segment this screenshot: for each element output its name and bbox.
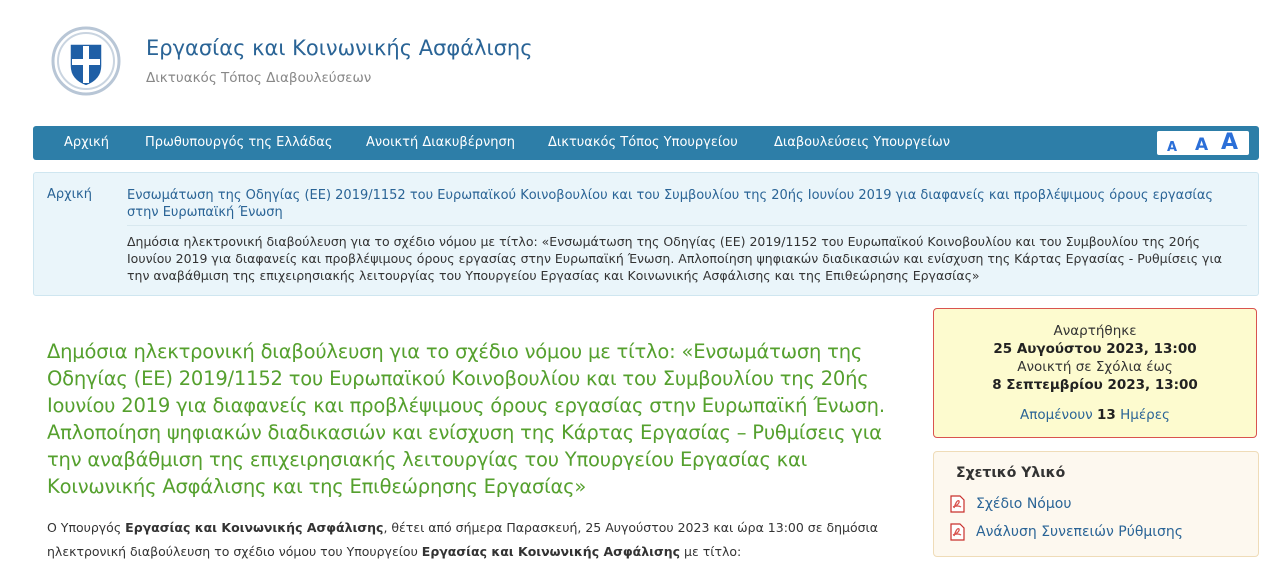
breadcrumb-level1[interactable]: Ενσωμάτωση της Οδηγίας (ΕΕ) 2019/1152 το… bbox=[127, 187, 1237, 221]
body-text-bold: Εργασίας και Κοινωνικής Ασφάλισης bbox=[421, 544, 681, 559]
site-title[interactable]: Εργασίας και Κοινωνικής Ασφάλισης bbox=[146, 36, 533, 60]
nav-item-open-gov[interactable]: Ανοικτή Διακυβέρνηση bbox=[366, 126, 515, 160]
coat-of-arms-icon bbox=[51, 26, 121, 96]
main-navbar: Αρχική Πρωθυπουργός της Ελλάδας Ανοικτή … bbox=[33, 126, 1259, 160]
font-medium-button[interactable]: A bbox=[1195, 135, 1208, 155]
remaining-prefix: Απομένουν bbox=[1020, 407, 1093, 423]
page-title: Δημόσια ηλεκτρονική διαβούλευση για το σ… bbox=[47, 340, 885, 499]
font-large-button[interactable]: A bbox=[1221, 130, 1238, 155]
related-material-box: Σχετικό Υλικό Σχέδιο Νόμου Ανάλυση Συνεπ… bbox=[933, 451, 1259, 557]
open-until-date: 8 Σεπτεμβρίου 2023, 13:00 bbox=[992, 377, 1198, 393]
posted-label: Αναρτήθηκε bbox=[1053, 323, 1137, 339]
remaining-suffix: Ημέρες bbox=[1120, 407, 1170, 423]
pdf-icon bbox=[948, 495, 966, 513]
breadcrumb-current: Δημόσια ηλεκτρονική διαβούλευση για το σ… bbox=[127, 234, 1222, 283]
breadcrumb-divider bbox=[127, 225, 1247, 226]
site-logo[interactable] bbox=[51, 26, 121, 96]
related-item-draft-law[interactable]: Σχέδιο Νόμου bbox=[948, 495, 1071, 513]
nav-item-ministry-site[interactable]: Δικτυακός Τόπος Υπουργείου bbox=[548, 126, 738, 160]
posted-date: 25 Αυγούστου 2023, 13:00 bbox=[993, 341, 1197, 357]
nav-item-home[interactable]: Αρχική bbox=[64, 126, 109, 160]
font-size-controls: A A A bbox=[1157, 130, 1249, 155]
body-text-part: Ο Υπουργός bbox=[47, 520, 126, 535]
nav-item-prime-minister[interactable]: Πρωθυπουργός της Ελλάδας bbox=[145, 126, 333, 160]
body-text-bold: Εργασίας και Κοινωνικής Ασφάλισης bbox=[125, 520, 384, 535]
related-item-label: Σχέδιο Νόμου bbox=[976, 496, 1072, 512]
related-item-impact-analysis[interactable]: Ανάλυση Συνεπειών Ρύθμισης bbox=[948, 523, 1183, 541]
remaining-days: Απομένουν 13 Ημέρες bbox=[934, 407, 1256, 423]
remaining-count: 13 bbox=[1097, 407, 1116, 423]
body-paragraph: Ο Υπουργός Εργασίας και Κοινωνικής Ασφάλ… bbox=[47, 516, 907, 564]
consultation-dates-box: Αναρτήθηκε 25 Αυγούστου 2023, 13:00 Ανοι… bbox=[933, 308, 1257, 438]
related-item-label: Ανάλυση Συνεπειών Ρύθμισης bbox=[976, 524, 1183, 540]
open-until-label: Ανοικτή σε Σχόλια έως bbox=[1017, 359, 1173, 375]
body-text-part: με τίτλο: bbox=[680, 544, 742, 559]
nav-item-consultations[interactable]: Διαβουλεύσεις Υπουργείων bbox=[774, 126, 950, 160]
pdf-icon bbox=[948, 523, 966, 541]
breadcrumb: Αρχική Ενσωμάτωση της Οδηγίας (ΕΕ) 2019/… bbox=[33, 172, 1259, 296]
site-subtitle: Δικτυακός Τόπος Διαβουλεύσεων bbox=[146, 70, 372, 86]
font-small-button[interactable]: A bbox=[1167, 140, 1177, 155]
breadcrumb-home[interactable]: Αρχική bbox=[47, 187, 92, 202]
related-material-title: Σχετικό Υλικό bbox=[956, 465, 1066, 481]
